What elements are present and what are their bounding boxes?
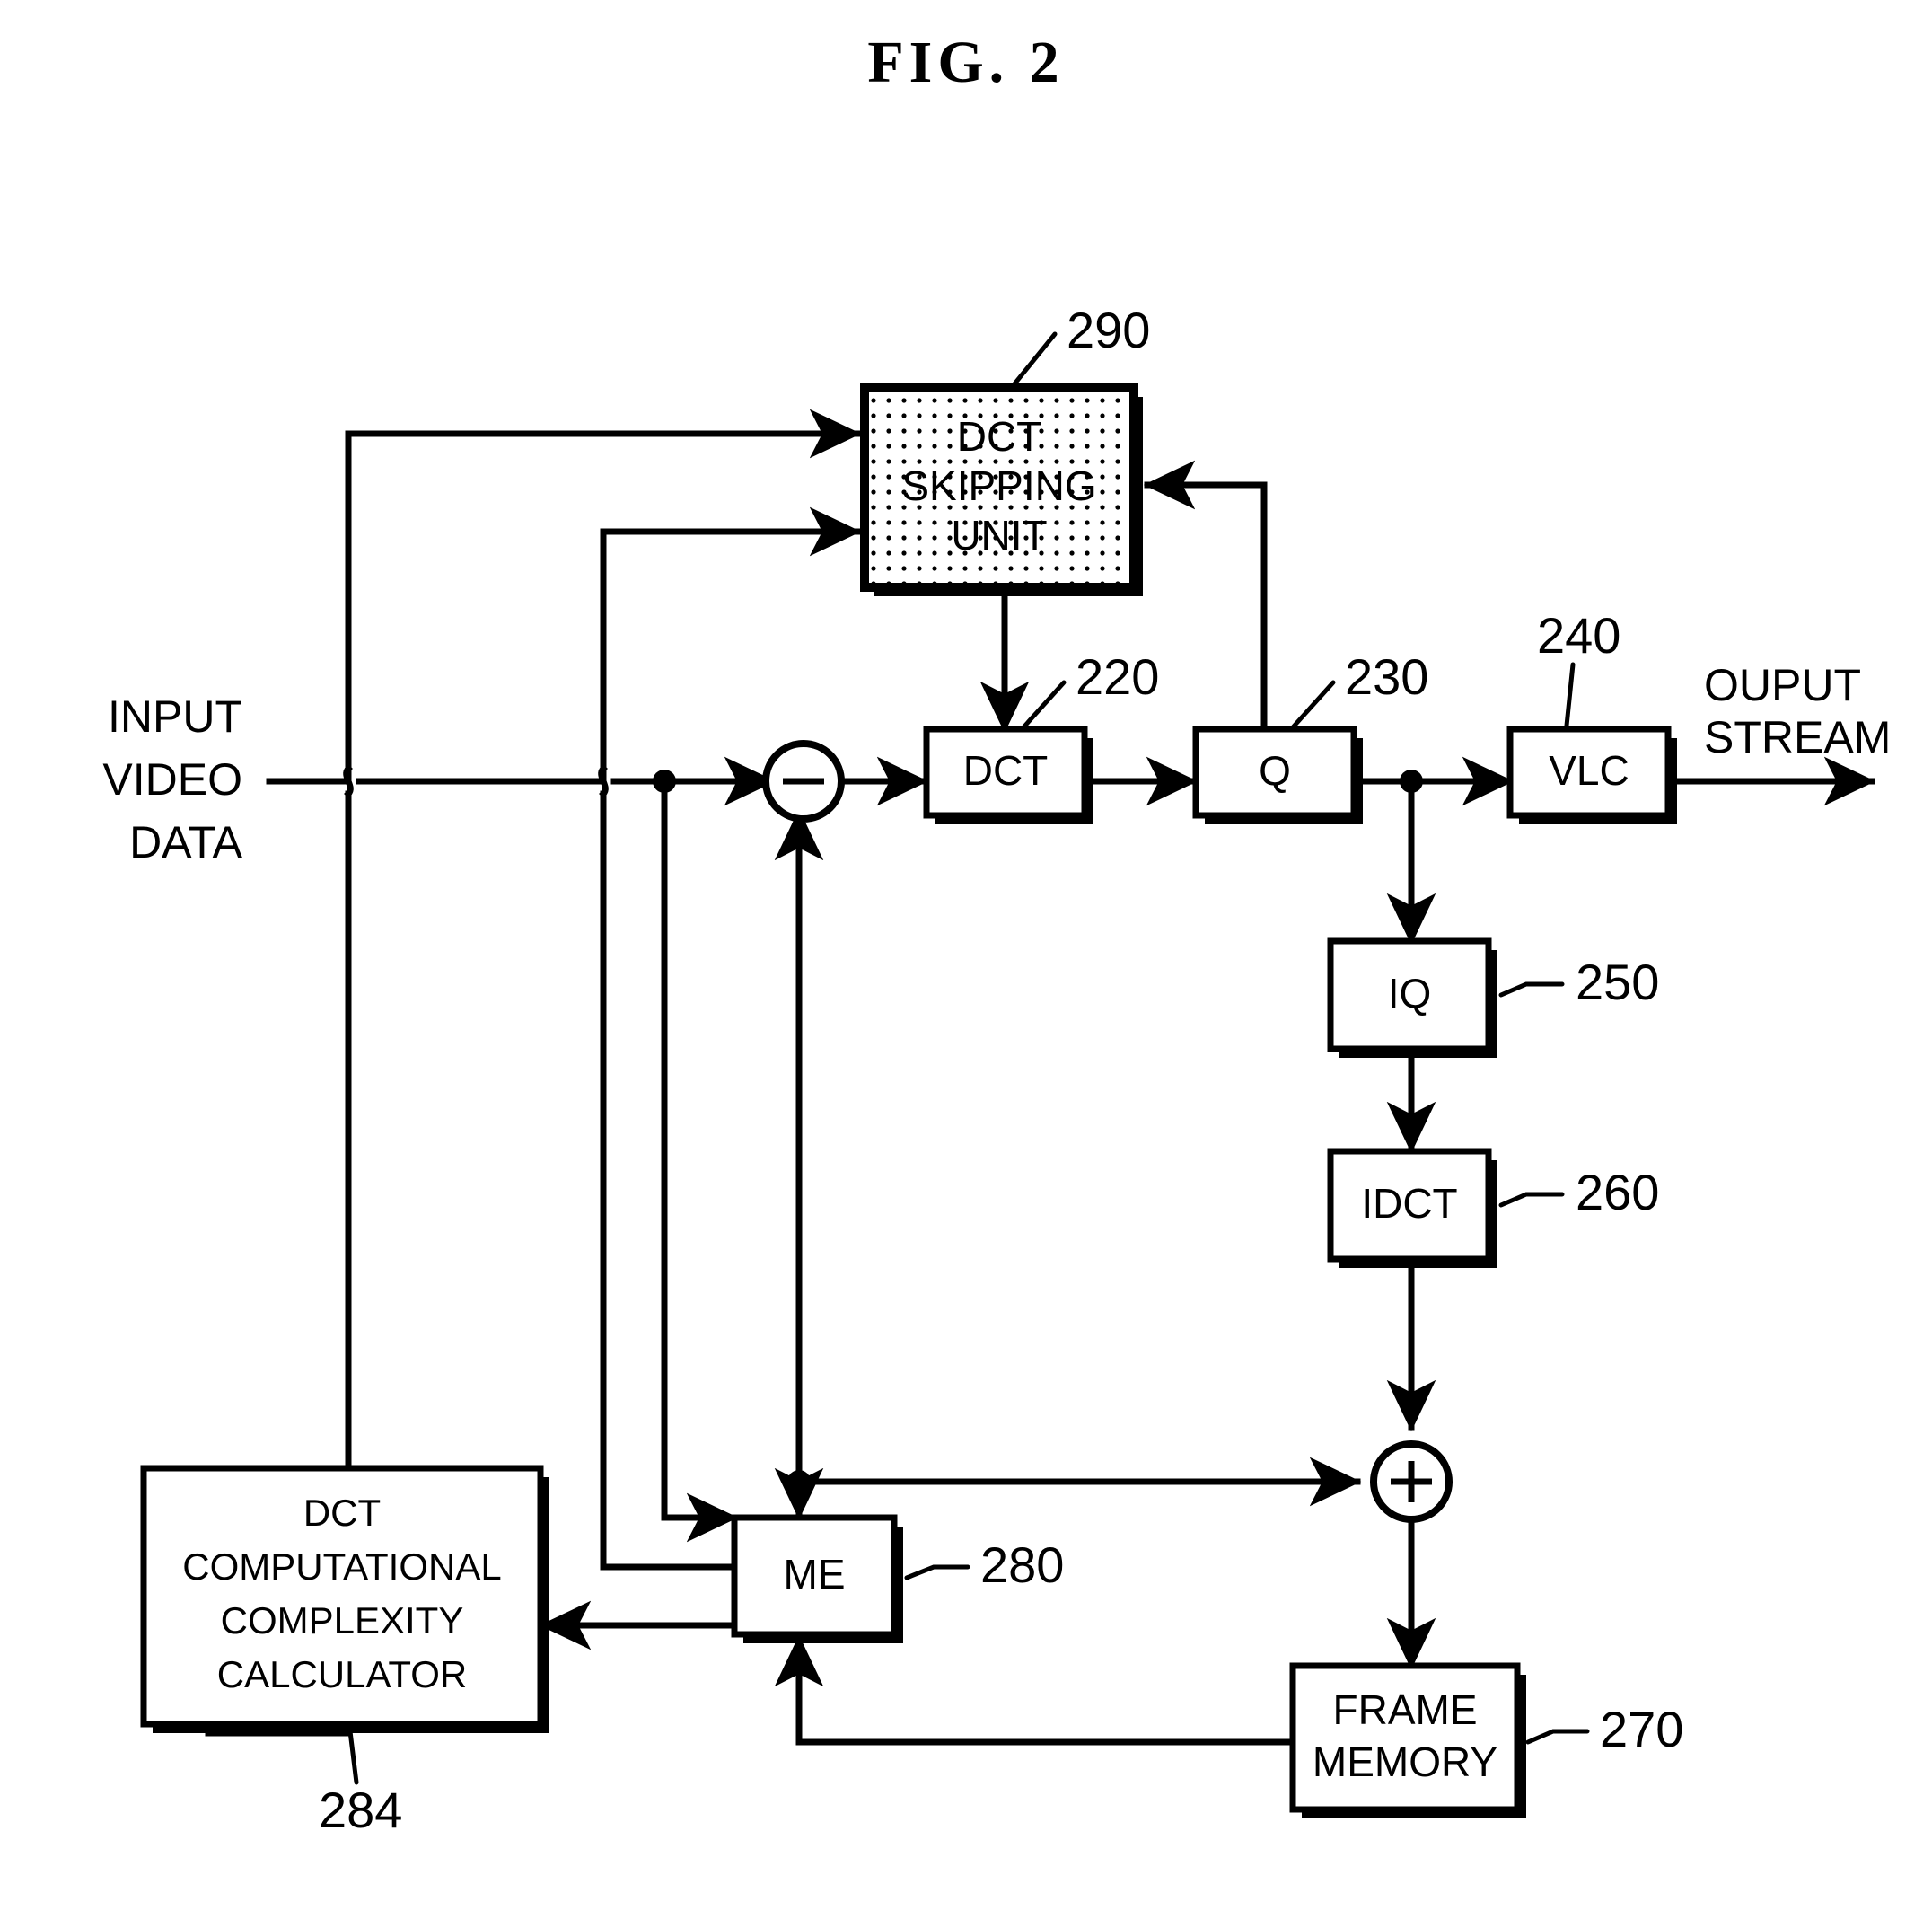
block-me[interactable]: ME xyxy=(731,1514,903,1643)
ref-290: 290 xyxy=(1067,302,1150,358)
dct-label: DCT xyxy=(963,747,1049,794)
frame-memory-label-1: FRAME xyxy=(1333,1686,1478,1733)
leader-290 xyxy=(1010,331,1058,389)
frame-memory-label-2: MEMORY xyxy=(1313,1738,1497,1785)
output-label-2: STREAM xyxy=(1704,712,1891,762)
wire-framemem-to-me xyxy=(774,1634,1296,1746)
ref-230: 230 xyxy=(1345,648,1428,705)
leader-220 xyxy=(1021,680,1067,730)
block-vlc[interactable]: VLC xyxy=(1506,726,1677,824)
input-label-1: INPUT xyxy=(108,691,242,742)
wire-q-feedback-to-skip xyxy=(1143,460,1268,749)
dct-skipping-unit-label-1: DCT xyxy=(957,413,1042,460)
block-diagram: DCT SKIPPING UNIT 290 DCT 220 Q 230 VLC xyxy=(102,302,1891,1838)
block-frame-memory[interactable]: FRAME MEMORY xyxy=(1289,1662,1526,1818)
block-calculator[interactable]: DCT COMPUTATIONAL COMPLEXITY CALCULATOR xyxy=(140,1465,549,1733)
leader-250 xyxy=(1498,981,1565,998)
input-video-data-label: INPUT VIDEO DATA xyxy=(102,691,242,867)
dct-skipping-unit-label-3: UNIT xyxy=(951,512,1047,559)
block-iq[interactable]: IQ xyxy=(1327,937,1497,1058)
ref-220: 220 xyxy=(1076,648,1159,705)
leader-240 xyxy=(1564,662,1576,728)
ref-284: 284 xyxy=(319,1782,402,1838)
me-label: ME xyxy=(784,1551,846,1598)
junction-dot-input-tap3 xyxy=(653,770,676,793)
input-label-3: DATA xyxy=(129,817,243,867)
leader-260 xyxy=(1498,1192,1565,1208)
output-label-1: OUPUT xyxy=(1704,660,1861,710)
leader-230 xyxy=(1290,680,1336,730)
leader-280 xyxy=(904,1564,970,1580)
leader-270 xyxy=(1525,1729,1590,1745)
ref-240: 240 xyxy=(1537,607,1620,664)
calculator-label-2: COMPUTATIONAL xyxy=(182,1545,501,1588)
q-label: Q xyxy=(1259,747,1291,794)
ref-250: 250 xyxy=(1576,954,1659,1010)
block-idct[interactable]: IDCT xyxy=(1327,1148,1497,1268)
block-dct-skipping-unit[interactable]: DCT SKIPPING UNIT xyxy=(860,383,1143,596)
iq-label: IQ xyxy=(1388,970,1432,1017)
block-dct[interactable]: DCT xyxy=(923,726,1093,824)
ref-260: 260 xyxy=(1576,1164,1659,1220)
dct-skipping-unit-label-2: SKIPPING xyxy=(901,462,1096,509)
figure-canvas: FIG. 2 DCT SKIPPING UNIT 290 DCT 220 Q 2… xyxy=(0,0,1932,1910)
idct-label: IDCT xyxy=(1361,1180,1457,1227)
ref-280: 280 xyxy=(980,1536,1064,1593)
calculator-label-4: CALCULATOR xyxy=(217,1653,468,1695)
input-label-2: VIDEO xyxy=(102,754,242,805)
calculator-label-1: DCT xyxy=(303,1492,381,1534)
operator-adder xyxy=(1370,1440,1453,1523)
block-q[interactable]: Q xyxy=(1192,726,1363,824)
calculator-label-3: COMPLEXITY xyxy=(221,1599,464,1642)
output-stream-label: OUPUT STREAM xyxy=(1704,660,1891,762)
operator-subtractor xyxy=(762,740,845,823)
vlc-label: VLC xyxy=(1549,747,1629,794)
ref-270: 270 xyxy=(1600,1701,1683,1757)
leader-284 xyxy=(347,1729,359,1785)
